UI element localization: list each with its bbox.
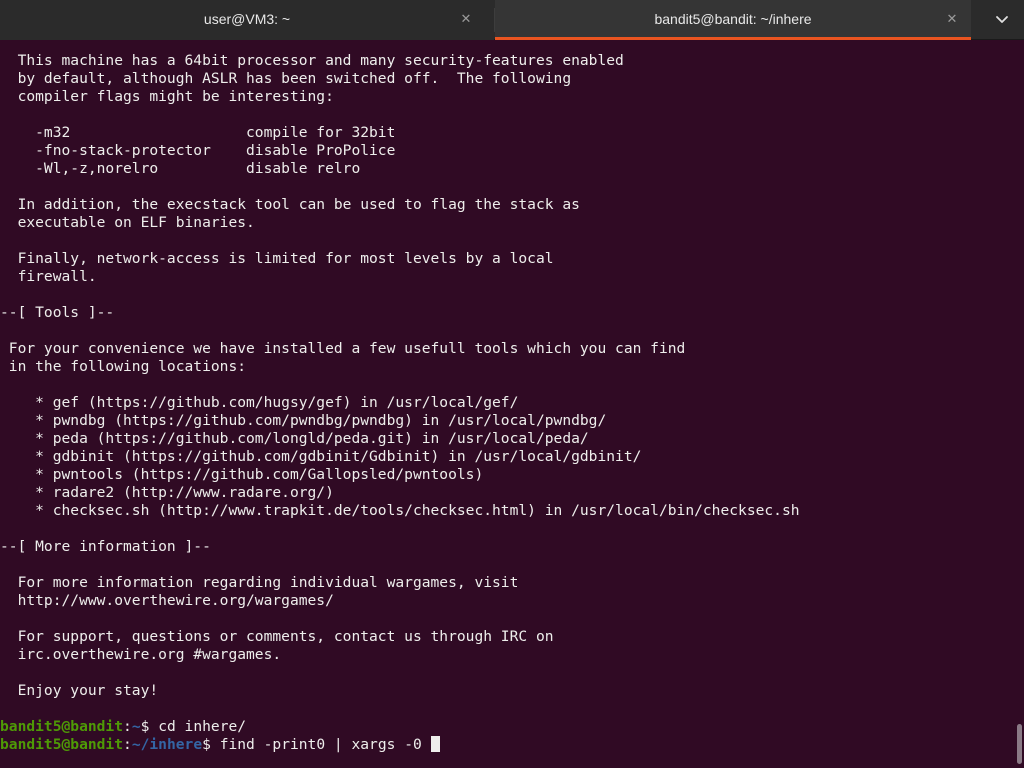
- tab-bandit5[interactable]: bandit5@bandit: ~/inhere ✕: [495, 0, 971, 40]
- terminal-window: user@VM3: ~ ✕ bandit5@bandit: ~/inhere ✕…: [0, 0, 1024, 768]
- output-line: * pwndbg (https://github.com/pwndbg/pwnd…: [0, 412, 607, 429]
- output-line: --[ Tools ]--: [0, 304, 115, 321]
- prompt-user: bandit5@bandit: [0, 736, 124, 753]
- prompt-path: ~/inhere: [131, 736, 203, 753]
- output-line: * checksec.sh (http://www.trapkit.de/too…: [0, 502, 800, 519]
- output-line: * peda (https://github.com/longld/peda.g…: [0, 430, 589, 447]
- prompt-path: ~: [131, 718, 141, 735]
- command-text: cd inhere/: [158, 718, 247, 735]
- output-line: http://www.overthewire.org/wargames/: [0, 592, 334, 609]
- output-line: For more information regarding individua…: [0, 574, 519, 591]
- output-line: * pwntools (https://github.com/Gallopsle…: [0, 466, 484, 483]
- output-line: For your convenience we have installed a…: [0, 340, 686, 357]
- output-line: Enjoy your stay!: [0, 682, 159, 699]
- prompt-user: bandit5@bandit: [0, 718, 124, 735]
- output-line: This machine has a 64bit processor and m…: [0, 52, 624, 69]
- chevron-down-icon[interactable]: [988, 8, 1016, 32]
- close-icon[interactable]: ✕: [458, 11, 474, 27]
- output-line: irc.overthewire.org #wargames.: [0, 646, 282, 663]
- prompt-separator: :: [123, 736, 132, 753]
- command-input[interactable]: find -print0 | xargs -0: [220, 736, 431, 753]
- tab-title: user@VM3: ~: [203, 11, 291, 27]
- close-icon[interactable]: ✕: [944, 11, 960, 27]
- output-line: In addition, the execstack tool can be u…: [0, 196, 580, 213]
- tab-user-vm3[interactable]: user@VM3: ~ ✕: [0, 0, 494, 40]
- prompt-separator: :: [123, 718, 132, 735]
- output-line: For support, questions or comments, cont…: [0, 628, 554, 645]
- tab-title: bandit5@bandit: ~/inhere: [654, 11, 812, 27]
- output-line: -fno-stack-protector disable ProPolice: [0, 142, 396, 159]
- prompt-line: bandit5@bandit:~$ cd inhere/: [0, 718, 1010, 736]
- prompt-symbol: $: [140, 718, 159, 735]
- output-line: in the following locations:: [0, 358, 247, 375]
- output-line: compiler flags might be interesting:: [0, 88, 334, 105]
- active-tab-indicator: [495, 37, 971, 40]
- output-line: by default, although ASLR has been switc…: [0, 70, 572, 87]
- output-line: -m32 compile for 32bit: [0, 124, 396, 141]
- scrollbar-thumb[interactable]: [1017, 724, 1022, 764]
- terminal-output[interactable]: This machine has a 64bit processor and m…: [0, 52, 1010, 768]
- output-line: --[ More information ]--: [0, 538, 211, 555]
- prompt-symbol: $: [202, 736, 220, 753]
- output-line: firewall.: [0, 268, 97, 285]
- output-line: * gdbinit (https://github.com/gdbinit/Gd…: [0, 448, 642, 465]
- tab-bar: user@VM3: ~ ✕ bandit5@bandit: ~/inhere ✕: [0, 0, 1024, 40]
- output-line: * radare2 (http://www.radare.org/): [0, 484, 334, 501]
- output-line: Finally, network-access is limited for m…: [0, 250, 554, 267]
- output-line: * gef (https://github.com/hugsy/gef) in …: [0, 394, 519, 411]
- text-cursor: [430, 736, 440, 752]
- output-line: executable on ELF binaries.: [0, 214, 255, 231]
- output-lines: This machine has a 64bit processor and m…: [0, 52, 1010, 718]
- prompt-line-current[interactable]: bandit5@bandit:~/inhere$ find -print0 | …: [0, 736, 1010, 754]
- output-line: -Wl,-z,norelro disable relro: [0, 160, 361, 177]
